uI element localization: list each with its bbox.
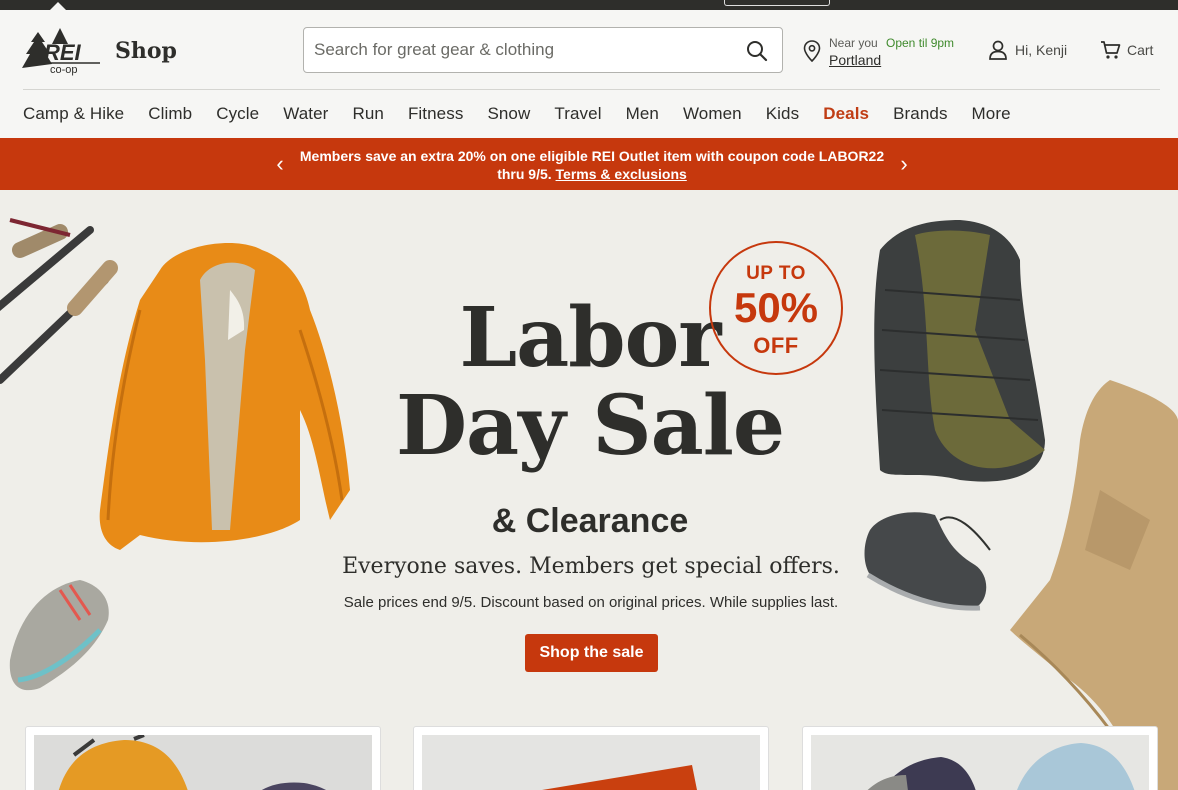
terms-link[interactable]: Terms & exclusions	[556, 166, 687, 182]
svg-text:co-op: co-op	[50, 64, 78, 76]
nav-item-travel[interactable]: Travel	[554, 104, 601, 128]
user-icon	[989, 40, 1007, 60]
browser-top-strip	[0, 0, 1178, 10]
promo-banner: ‹ Members save an extra 20% on one eligi…	[0, 138, 1178, 190]
trekking-poles-image	[0, 218, 118, 384]
hiking-boot-image	[864, 512, 991, 611]
site-header: REI co-op Shop Near you Open til 9pm Por…	[0, 10, 1178, 138]
category-nav: Camp & Hike Climb Cycle Water Run Fitnes…	[23, 104, 1035, 128]
nav-item-more[interactable]: More	[972, 104, 1011, 128]
nav-item-run[interactable]: Run	[352, 104, 384, 128]
search-input[interactable]	[314, 36, 734, 64]
top-strip-notch	[50, 2, 66, 10]
chevron-right-icon[interactable]: ›	[894, 153, 914, 175]
nav-item-fitness[interactable]: Fitness	[408, 104, 464, 128]
hero-fineprint: Sale prices end 9/5. Discount based on o…	[343, 594, 839, 611]
near-you-label: Near you	[829, 36, 878, 50]
jackets-image	[811, 735, 1149, 790]
promo-text-line2: thru 9/5.	[497, 166, 552, 182]
location-pin-icon	[803, 40, 821, 62]
backpack-image	[34, 735, 372, 790]
card-promo-image: ERA	[422, 735, 760, 790]
hero-product-illustration	[0, 218, 1178, 790]
nav-item-deals[interactable]: Deals	[823, 104, 869, 128]
nav-item-snow[interactable]: Snow	[487, 104, 530, 128]
cart-label: Cart	[1127, 42, 1154, 58]
search-icon[interactable]	[746, 40, 768, 62]
nav-item-water[interactable]: Water	[283, 104, 328, 128]
orange-jacket-image	[99, 242, 350, 550]
account-greeting: Hi, Kenji	[1015, 42, 1068, 58]
badge-line1: UP TO	[746, 263, 806, 284]
nav-item-camp-hike[interactable]: Camp & Hike	[23, 104, 124, 128]
header-divider	[23, 89, 1160, 90]
hero-title-line2: Day Sale	[395, 378, 785, 474]
store-locator[interactable]: Near you Open til 9pm Portland	[803, 34, 973, 74]
hero-tagline: Everyone saves. Members get special offe…	[342, 554, 840, 579]
nav-item-kids[interactable]: Kids	[766, 104, 799, 128]
shop-the-sale-button[interactable]: Shop the sale	[525, 634, 658, 672]
store-hours-status: Open til 9pm	[886, 36, 955, 50]
nav-item-climb[interactable]: Climb	[148, 104, 192, 128]
chevron-left-icon[interactable]: ‹	[270, 153, 290, 175]
shop-label[interactable]: Shop	[115, 38, 177, 64]
cart-icon	[1101, 41, 1121, 59]
rei-logo[interactable]: REI co-op	[22, 26, 102, 76]
badge-percent: 50%	[733, 284, 819, 331]
nav-item-cycle[interactable]: Cycle	[216, 104, 259, 128]
promo-card-3[interactable]	[802, 726, 1158, 790]
discount-badge: UP TO 50% OFF	[709, 241, 843, 375]
nav-item-brands[interactable]: Brands	[893, 104, 947, 128]
top-strip-tab	[724, 0, 830, 6]
promo-card-2[interactable]: ERA	[413, 726, 769, 790]
search-box[interactable]	[303, 27, 783, 73]
hero-banner[interactable]: Labor Day Sale UP TO 50% OFF & Clearance…	[0, 190, 1178, 790]
nav-item-women[interactable]: Women	[683, 104, 742, 128]
badge-line3: OFF	[753, 333, 799, 358]
puffer-vest-image	[874, 220, 1045, 482]
hero-subtitle: & Clearance	[491, 502, 689, 540]
promo-message: Members save an extra 20% on one eligibl…	[292, 147, 892, 183]
store-city-link[interactable]: Portland	[829, 52, 881, 68]
hiking-shoe-image	[9, 580, 109, 691]
promo-text-line1: Members save an extra 20% on one eligibl…	[299, 148, 885, 164]
svg-text:REI: REI	[44, 40, 82, 65]
nav-item-men[interactable]: Men	[626, 104, 659, 128]
promo-card-1[interactable]	[25, 726, 381, 790]
